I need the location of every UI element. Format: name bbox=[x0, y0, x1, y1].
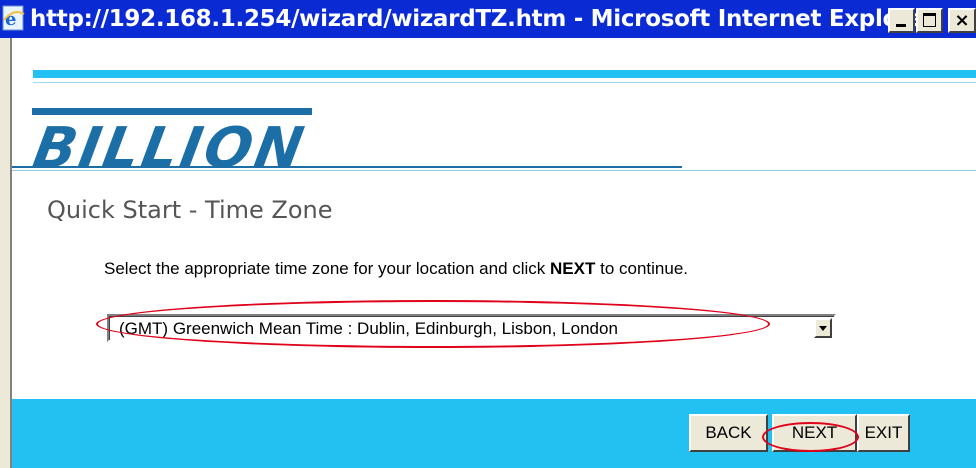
window-frame-left bbox=[0, 38, 12, 468]
page-title: Quick Start - Time Zone bbox=[47, 196, 333, 224]
title-bar[interactable]: e http://192.168.1.254/wizard/wizardTZ.h… bbox=[0, 0, 976, 38]
maximize-button[interactable] bbox=[916, 8, 943, 33]
chevron-down-icon[interactable] bbox=[814, 318, 832, 338]
logo-divider-thin bbox=[12, 170, 976, 171]
minimize-button[interactable] bbox=[888, 8, 915, 33]
exit-button[interactable]: EXIT bbox=[857, 414, 910, 452]
close-button[interactable]: × bbox=[948, 8, 976, 33]
time-zone-selected-value: (GMT) Greenwich Mean Time : Dublin, Edin… bbox=[119, 319, 618, 338]
instruction-part-2: to continue. bbox=[595, 259, 688, 278]
next-button[interactable]: NEXT bbox=[772, 414, 857, 452]
back-button[interactable]: BACK bbox=[689, 414, 768, 452]
page-content: BILLION Quick Start - Time Zone Select t… bbox=[12, 38, 976, 468]
instruction-text: Select the appropriate time zone for you… bbox=[104, 259, 688, 279]
header-stripe-thin bbox=[33, 82, 976, 83]
logo-divider bbox=[12, 166, 682, 168]
time-zone-select[interactable]: (GMT) Greenwich Mean Time : Dublin, Edin… bbox=[107, 314, 836, 342]
instruction-next-emphasis: NEXT bbox=[550, 259, 596, 278]
window-title: http://192.168.1.254/wizard/wizardTZ.htm… bbox=[30, 6, 936, 32]
instruction-part-1: Select the appropriate time zone for you… bbox=[104, 259, 551, 278]
logo-text: BILLION bbox=[28, 116, 312, 181]
close-icon: × bbox=[954, 10, 970, 31]
header-stripe bbox=[33, 70, 976, 78]
internet-explorer-icon: e bbox=[2, 5, 25, 31]
